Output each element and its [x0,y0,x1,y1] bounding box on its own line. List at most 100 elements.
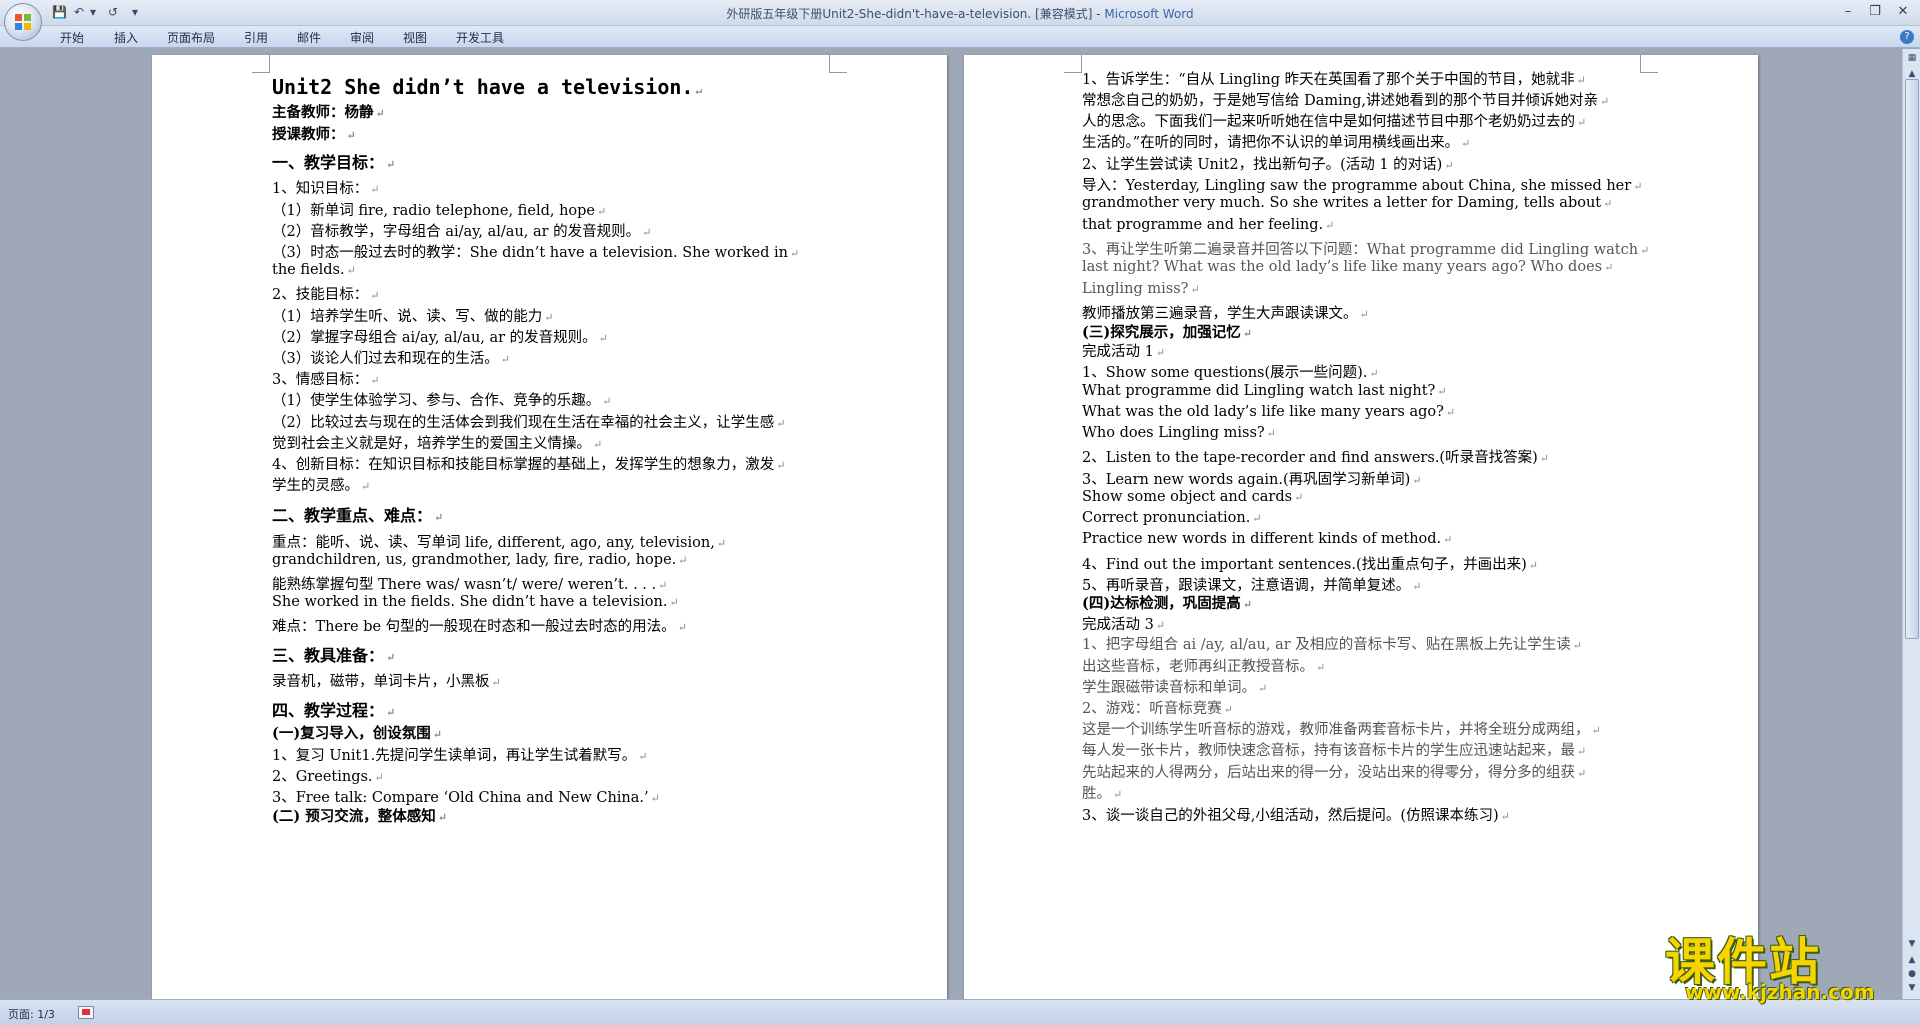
crop-mark [829,55,847,73]
paragraph-mark-icon: ↵ [1500,810,1510,823]
paragraph-mark-icon: ↵ [597,205,607,218]
line-text: （1）新单词 fire, radio telephone, field, hop… [272,203,596,219]
ruler-toggle-icon[interactable]: ▦ [1905,51,1919,65]
restore-icon[interactable]: ❐ [1864,3,1886,21]
line-text: 这是一个训练学生听音标的游戏，教师准备两套音标卡片，并将全班分成两组， [1082,722,1590,738]
paragraph-mark-icon: ↵ [669,596,679,609]
document-line: 3、谈一谈自己的外祖父母,小组活动，然后提问。(仿照课本练习) ↵ [1082,804,1510,825]
paragraph-mark-icon: ↵ [1633,180,1643,193]
tab-mailings[interactable]: 邮件 [297,29,321,46]
document-line: （2）比较过去与现在的生活体会到我们现在生活在幸福的社会主义，让学生感 ↵ [272,411,785,432]
paragraph-mark-icon: ↵ [1437,385,1447,398]
paragraph-mark-icon: ↵ [789,247,800,260]
document-line: （2）掌握字母组合 ai/ay, al/au, ar 的发音规则。 ↵ [272,326,608,347]
document-line: 完成活动 1 ↵ [1082,340,1165,361]
line-text: 三、教具准备： [272,646,385,665]
paragraph-mark-icon: ↵ [374,771,384,784]
line-text: 学生跟磁带读音标和单词。 [1082,680,1256,696]
tab-developer[interactable]: 开发工具 [456,29,504,46]
line-text: 3、再让学生听第二遍录音并回答以下问题：What programme did L… [1082,242,1639,258]
line-text: 先站起来的人得两分，后站出来的得一分，没站出来的得零分，得分多的组获 [1082,765,1575,781]
paragraph-mark-icon: ↵ [1242,598,1252,611]
line-text: 1、复习 Unit1.先提问学生读单词，再让学生试着默写。 [272,748,637,764]
document-line: 3、再让学生听第二遍录音并回答以下问题：What programme did L… [1082,238,1649,259]
select-browse-object-icon[interactable]: ● [1905,967,1919,981]
paragraph-mark-icon: ↵ [370,374,380,387]
scroll-down-icon[interactable]: ▼ [1905,937,1919,951]
paragraph-mark-icon: ↵ [716,537,727,550]
document-line: （1）新单词 fire, radio telephone, field, hop… [272,199,606,220]
close-icon[interactable]: ✕ [1892,3,1914,21]
proofing-icon[interactable] [78,1006,94,1019]
document-page-1[interactable]: Unit2 She didn’t have a television. ↵ 主备教师… [152,55,947,999]
document-line: 难点：There be 句型的一般现在时态和一般过去时态的用法。 ↵ [272,615,687,636]
line-text: the fields. [272,262,345,278]
ribbon-tab-bar: 开始 插入 页面布局 引用 邮件 审阅 视图 开发工具 ? [0,26,1920,48]
line-text: (二) 预习交流，整体感知 [272,808,436,825]
help-icon[interactable]: ? [1900,30,1914,44]
minimize-icon[interactable]: – [1837,3,1859,21]
line-text: grandchildren, us, grandmother, lady, fi… [272,552,677,568]
line-text: 3、情感目标： [272,372,369,388]
document-line: 二、教学重点、难点： ↵ [272,502,443,526]
document-line: 觉到社会主义就是好，培养学生的爱国主义情操。 ↵ [272,432,602,453]
paragraph-mark-icon: ↵ [1444,159,1454,172]
document-line: (四)达标检测，巩固提高 ↵ [1082,592,1252,613]
line-text: (三)探究展示，加强记忆 [1082,324,1241,341]
document-line: 2、游戏：听音标竞赛 ↵ [1082,697,1233,718]
paragraph-mark-icon: ↵ [1369,367,1379,380]
scroll-thumb[interactable] [1905,79,1919,639]
tab-insert[interactable]: 插入 [114,29,138,46]
line-text: 4、创新目标：在知识目标和技能目标掌握的基础上，发挥学生的想象力，激发 [272,457,775,473]
document-line: （1）培养学生听、说、读、写、做的能力 ↵ [272,305,553,326]
line-text: 2、游戏：听音标竞赛 [1082,701,1222,717]
line-text: 完成活动 3 [1082,617,1154,633]
tab-review[interactable]: 审阅 [350,29,374,46]
document-line: (二) 预习交流，整体感知 ↵ [272,805,447,826]
document-line: 常想念自己的奶奶，于是她写信给 Daming,讲述她看到的那个节目并倾诉她对亲 ↵ [1082,89,1609,110]
line-text: 能熟练掌握句型 There was/ wasn’t/ were/ weren’t… [272,577,657,593]
paragraph-mark-icon: ↵ [678,554,688,567]
paragraph-mark-icon: ↵ [1443,533,1453,546]
document-line: grandmother very much. So she writes a l… [1082,195,1612,211]
tab-view[interactable]: 视图 [403,29,427,46]
line-text: Show some object and cards [1082,489,1293,505]
tab-references[interactable]: 引用 [244,29,268,46]
next-page-icon[interactable]: ▼ [1905,981,1919,995]
paragraph-mark-icon: ↵ [1316,661,1326,674]
document-line: 每人发一张卡片，教师快速念音标，持有该音标卡片的学生应迅速站起来，最 ↵ [1082,739,1586,760]
paragraph-mark-icon: ↵ [500,353,510,366]
page-number-indicator[interactable]: 页面: 1/3 [8,1006,55,1022]
document-line: 2、Listen to the tape-recorder and find a… [1082,446,1549,467]
line-text: 录音机，磁带，单词卡片，小黑板 [272,674,490,690]
document-line: 学生的灵感。 ↵ [272,474,370,495]
paragraph-mark-icon: ↵ [1572,639,1583,652]
document-line: last night? What was the old lady’s life… [1082,259,1613,275]
office-button[interactable] [4,3,42,41]
paragraph-mark-icon: ↵ [1242,327,1252,340]
line-text: （1）培养学生听、说、读、写、做的能力 [272,309,543,325]
document-page-2[interactable]: 1、告诉学生：“自从 Lingling 昨天在英国看了那个关于中国的节目，她就非… [964,55,1758,999]
document-line: (三)探究展示，加强记忆 ↵ [1082,321,1252,342]
document-line: 三、教具准备： ↵ [272,642,395,666]
line-text: 完成活动 1 [1082,344,1154,360]
paragraph-mark-icon: ↵ [386,651,396,664]
paragraph-mark-icon: ↵ [544,311,554,324]
paragraph-mark-icon: ↵ [437,811,447,824]
document-workspace[interactable]: Unit2 She didn’t have a television. ↵ 主备教师… [0,49,1902,999]
paragraph-mark-icon: ↵ [1325,219,1335,232]
status-bar: 页面: 1/3 [0,999,1920,1025]
document-line: 2、让学生尝试读 Unit2，找出新句子。(活动 1 的对话) ↵ [1082,153,1454,174]
paragraph-mark-icon: ↵ [1258,682,1268,695]
vertical-scrollbar[interactable]: ▦ ▲ ▼ ▲ ● ▼ [1902,49,1920,999]
tab-page-layout[interactable]: 页面布局 [167,29,215,46]
document-line: 录音机，磁带，单词卡片，小黑板 ↵ [272,670,501,691]
line-text: Lingling miss? [1082,281,1189,297]
paragraph-mark-icon: ↵ [1604,261,1614,274]
paragraph-mark-icon: ↵ [1412,580,1422,593]
previous-page-icon[interactable]: ▲ [1905,953,1919,967]
paragraph-mark-icon: ↵ [1539,452,1549,465]
crop-mark [1064,55,1082,73]
line-text: （1）使学生体验学习、参与、合作、竞争的乐趣。 [272,393,601,409]
tab-home[interactable]: 开始 [60,29,84,46]
